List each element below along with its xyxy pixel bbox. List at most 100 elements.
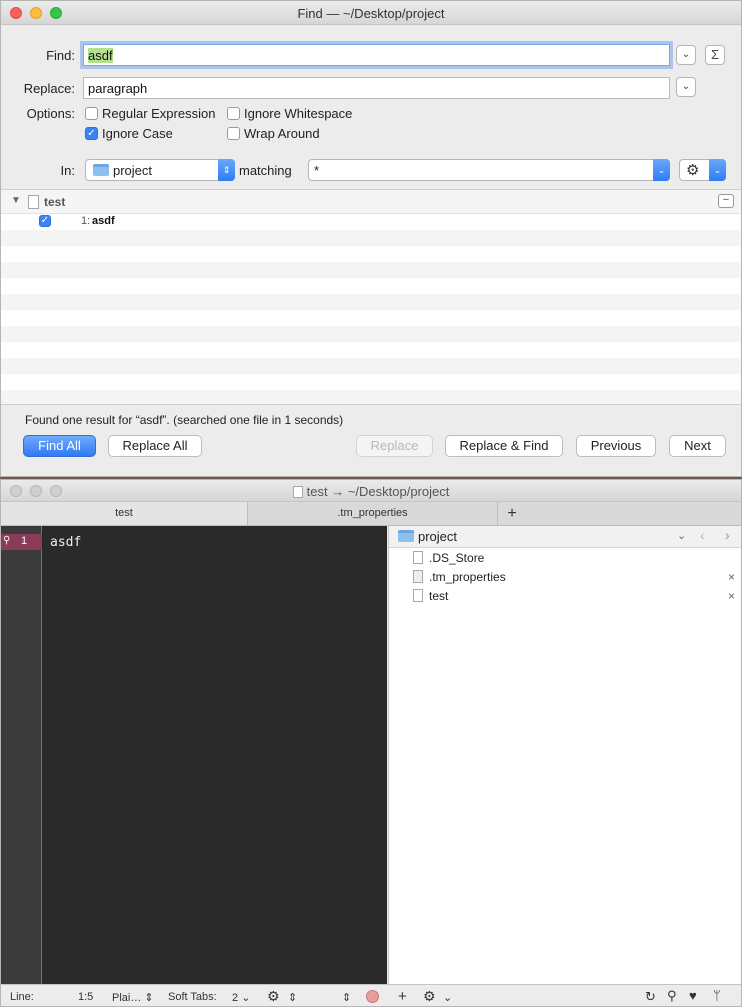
chevron-down-icon[interactable]: ⌄ — [677, 529, 686, 542]
grammar-popup[interactable]: Plai… ⇕ — [112, 991, 154, 1004]
line-gutter: ⚲ 1 — [1, 526, 42, 984]
checkmark-icon: ✓ — [40, 215, 50, 226]
row-stripe — [1, 294, 741, 310]
chevron-down-icon: ⌄ — [709, 159, 726, 181]
results-list: ▼ test − ✓ 1: asdf — [1, 189, 741, 405]
settings-document-icon — [413, 570, 423, 583]
ignore-case-label: Ignore Case — [102, 126, 173, 141]
gear-icon[interactable]: ⚙ — [423, 988, 436, 1005]
regex-label: Regular Expression — [102, 106, 216, 121]
folder-icon — [93, 164, 109, 176]
grammar-value: Plai… — [112, 992, 142, 1004]
gear-icon: ⚙ — [686, 162, 700, 179]
code-line: asdf — [50, 535, 82, 550]
file-name: .DS_Store — [429, 551, 485, 565]
gear-icon[interactable]: ⚙ — [267, 988, 280, 1005]
matching-label: matching — [239, 163, 292, 178]
close-file-icon[interactable]: × — [728, 589, 735, 603]
match-text: asdf — [92, 215, 115, 227]
search-folder-value: project — [113, 163, 153, 178]
window-title: test → ~/Desktop/project — [1, 484, 741, 499]
file-name: .tm_properties — [429, 570, 506, 584]
soft-tabs-value: 2 — [232, 992, 239, 1004]
back-arrow-icon[interactable]: ‹ — [700, 527, 705, 543]
file-browser: project ⌄ ‹ › .DS_Store .tm_properties ×… — [388, 526, 741, 984]
ignore-whitespace-checkbox[interactable] — [227, 107, 240, 120]
match-checkbox[interactable]: ✓ — [39, 215, 51, 227]
matching-combo[interactable]: * ⌄ — [308, 159, 670, 181]
window-title: Find — ~/Desktop/project — [297, 6, 445, 21]
find-history-button[interactable]: ⌄ — [676, 45, 696, 65]
wrap-around-label: Wrap Around — [244, 126, 320, 141]
find-options-sigma-button[interactable]: Σ — [705, 45, 725, 65]
line-position[interactable]: 1:5 — [78, 991, 93, 1003]
collapse-button[interactable]: − — [718, 194, 734, 208]
editor-window: test → ~/Desktop/project test .tm_proper… — [0, 479, 742, 1007]
find-label: Find: — [46, 48, 75, 63]
find-input-value: asdf — [88, 48, 113, 63]
disclosure-triangle-icon[interactable]: ▼ — [11, 195, 21, 206]
editor-titlebar: test → ~/Desktop/project — [1, 480, 741, 502]
wrap-around-checkbox[interactable] — [227, 127, 240, 140]
sigma-icon: Σ — [710, 47, 720, 62]
ignore-whitespace-label: Ignore Whitespace — [244, 106, 353, 121]
ignore-case-checkbox[interactable]: ✓ — [85, 127, 98, 140]
replace-label: Replace: — [23, 81, 75, 96]
line-label: Line: — [10, 991, 34, 1003]
window-title-text: test → ~/Desktop/project — [306, 484, 450, 499]
previous-button[interactable]: Previous — [576, 435, 656, 457]
new-tab-button[interactable]: + — [498, 502, 526, 525]
file-name: test — [429, 589, 449, 603]
search-status: Found one result for “asdf”. (searched o… — [25, 413, 344, 427]
popup-arrows-icon: ⇕ — [218, 159, 235, 181]
search-icon[interactable]: ⚲ — [667, 988, 677, 1004]
replace-all-button[interactable]: Replace All — [108, 435, 202, 457]
updown-icon: ⇕ — [144, 992, 154, 1004]
matching-value: * — [314, 163, 320, 178]
replace-history-button[interactable]: ⌄ — [676, 77, 696, 97]
symbol-popup-icon[interactable]: ⇕ — [342, 991, 351, 1004]
result-match-row[interactable]: ✓ 1: asdf — [1, 214, 741, 230]
text-editor[interactable]: asdf — [42, 526, 387, 984]
refresh-icon[interactable]: ↻ — [645, 989, 656, 1005]
document-icon — [413, 551, 423, 564]
chevron-down-icon: ⌄ — [653, 159, 670, 181]
result-file-row[interactable]: ▼ test − — [1, 190, 741, 214]
next-button[interactable]: Next — [669, 435, 726, 457]
macro-record-icon[interactable] — [366, 990, 379, 1003]
replace-input[interactable]: paragraph — [83, 77, 670, 99]
tab-tm-properties[interactable]: .tm_properties — [248, 502, 498, 525]
replace-and-find-button[interactable]: Replace & Find — [445, 435, 563, 457]
tab-bar: test .tm_properties + — [1, 502, 741, 526]
soft-tabs-label: Soft Tabs: — [168, 991, 217, 1003]
document-icon — [292, 486, 303, 498]
search-folder-popup[interactable]: project ⇕ — [85, 159, 235, 181]
replace-input-value: paragraph — [88, 81, 148, 96]
find-input[interactable]: asdf — [83, 44, 670, 66]
chevron-down-icon: ⌄ — [241, 992, 251, 1004]
file-browser-header[interactable]: project ⌄ ‹ › — [389, 526, 741, 548]
result-file-name: test — [44, 195, 66, 209]
find-titlebar: Find — ~/Desktop/project — [1, 1, 741, 25]
find-all-button[interactable]: Find All — [23, 435, 96, 457]
add-icon[interactable]: + — [398, 988, 407, 1005]
checkmark-icon: ✓ — [87, 128, 96, 139]
search-mark-line[interactable]: ⚲ 1 — [1, 534, 42, 550]
regex-checkbox[interactable] — [85, 107, 98, 120]
close-file-icon[interactable]: × — [728, 570, 735, 584]
updown-icon[interactable]: ⇕ — [288, 991, 297, 1004]
row-stripe — [1, 326, 741, 342]
action-gear-popup[interactable]: ⚙ ⌄ — [679, 159, 726, 181]
favorites-heart-icon[interactable]: ♥ — [689, 988, 697, 1003]
replace-button[interactable]: Replace — [356, 435, 433, 457]
chevron-down-icon: ⌄ — [681, 81, 691, 92]
tab-test[interactable]: test — [1, 502, 248, 525]
soft-tabs-popup[interactable]: 2 ⌄ — [232, 991, 250, 1004]
document-icon — [28, 195, 39, 209]
chevron-down-icon[interactable]: ⌄ — [443, 991, 452, 1004]
scm-branch-icon[interactable]: ᛘ — [713, 988, 721, 1003]
folder-icon — [398, 530, 414, 542]
chevron-down-icon: ⌄ — [681, 49, 691, 60]
match-line-number: 1: — [81, 215, 91, 227]
forward-arrow-icon[interactable]: › — [725, 527, 730, 543]
